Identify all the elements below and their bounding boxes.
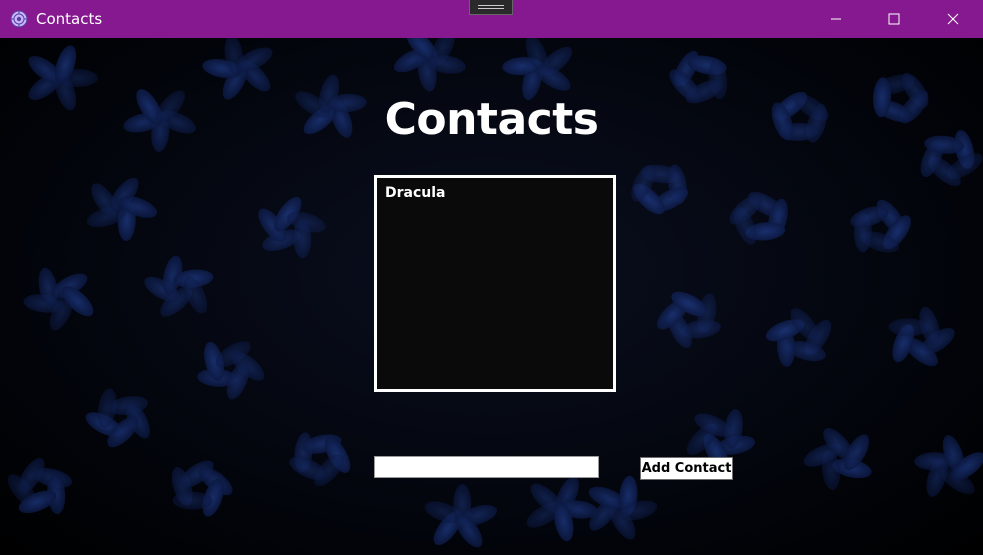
app-window: Contacts Contacts Dracula Add Contact [0,0,983,555]
page-title: Contacts [384,94,599,145]
close-button[interactable] [924,0,982,38]
close-icon [947,13,959,25]
content-area: Contacts Dracula Add Contact [0,38,983,555]
contact-name-input[interactable] [374,456,599,478]
flower-icon [10,10,28,28]
minimize-button[interactable] [807,0,865,38]
maximize-button[interactable] [865,0,923,38]
contacts-list[interactable]: Dracula [374,175,616,392]
contact-list-item[interactable]: Dracula [385,185,445,201]
title-bar[interactable]: Contacts [0,0,983,38]
add-contact-button[interactable]: Add Contact [640,457,733,480]
maximize-icon [888,13,900,25]
minimize-icon [831,18,841,20]
window-title: Contacts [36,10,103,28]
drag-handle[interactable] [469,0,513,15]
